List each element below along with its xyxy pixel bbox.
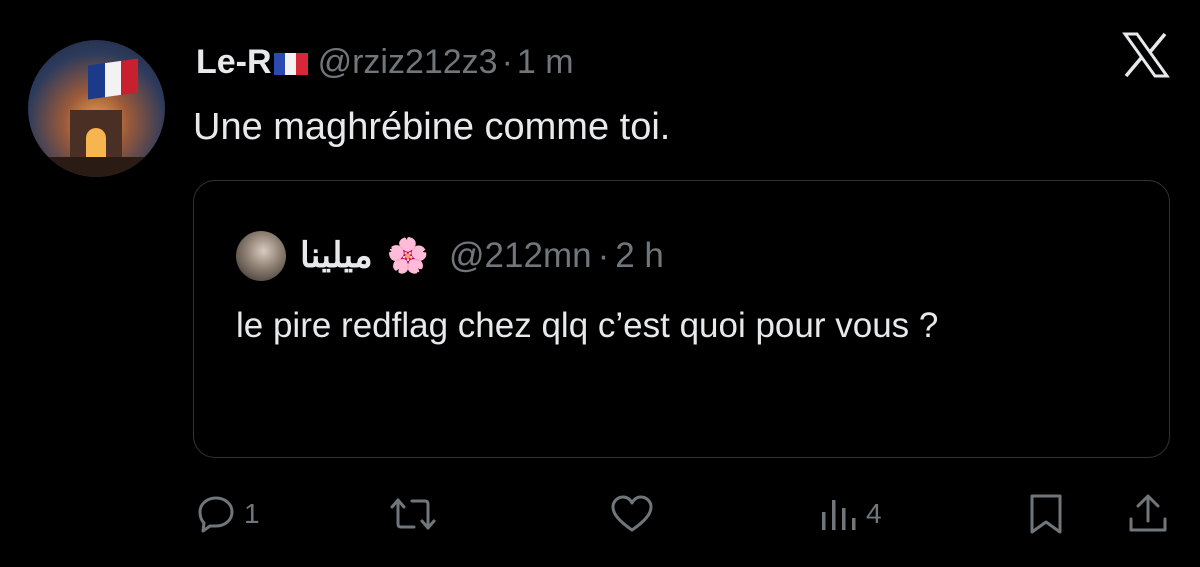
x-logo-icon: [1122, 32, 1170, 83]
quoted-tweet-time[interactable]: 2 h: [615, 236, 664, 276]
reply-icon: [196, 494, 236, 534]
retweet-icon: [390, 494, 436, 534]
reply-button[interactable]: 1: [196, 487, 260, 541]
avatar-flag-image: [88, 58, 139, 100]
reply-count: 1: [244, 498, 260, 529]
avatar-arch-image: [70, 110, 122, 158]
share-icon: [1126, 493, 1170, 535]
like-button[interactable]: [609, 487, 655, 541]
tweet-actions-bar: 1 4: [0, 487, 1200, 541]
author-avatar[interactable]: [28, 40, 165, 177]
bookmark-button[interactable]: [1028, 487, 1064, 541]
cherry-blossom-icon: 🌸: [386, 237, 430, 275]
quoted-author-handle[interactable]: @212mn: [449, 236, 592, 276]
share-button[interactable]: [1126, 487, 1170, 541]
author-display-name[interactable]: Le-R: [196, 43, 308, 82]
tweet-header: Le-R @rziz212z3 · 1 m: [196, 40, 574, 84]
like-icon: [609, 494, 655, 534]
views-button[interactable]: 4: [818, 487, 882, 541]
quoted-tweet-card[interactable]: ميلينا 🌸 @212mn · 2 h le pire redflag ch…: [193, 180, 1170, 458]
author-handle[interactable]: @rziz212z3: [318, 43, 498, 82]
header-separator: ·: [501, 42, 513, 81]
quoted-tweet-header: ميلينا 🌸 @212mn · 2 h: [236, 229, 664, 283]
quoted-tweet-text: le pire redflag chez qlq c’est quoi pour…: [236, 306, 939, 345]
bookmark-icon: [1028, 493, 1064, 535]
tweet-time[interactable]: 1 m: [517, 43, 574, 82]
retweet-button[interactable]: [390, 487, 436, 541]
views-icon: [818, 494, 858, 534]
quoted-author-display-name[interactable]: ميلينا: [300, 236, 373, 276]
views-count: 4: [866, 498, 882, 529]
quoted-header-separator: ·: [597, 236, 610, 275]
tweet-text: Une maghrébine comme toi.: [193, 106, 671, 148]
quoted-author-avatar[interactable]: [236, 231, 286, 281]
france-flag-icon: [273, 52, 308, 75]
